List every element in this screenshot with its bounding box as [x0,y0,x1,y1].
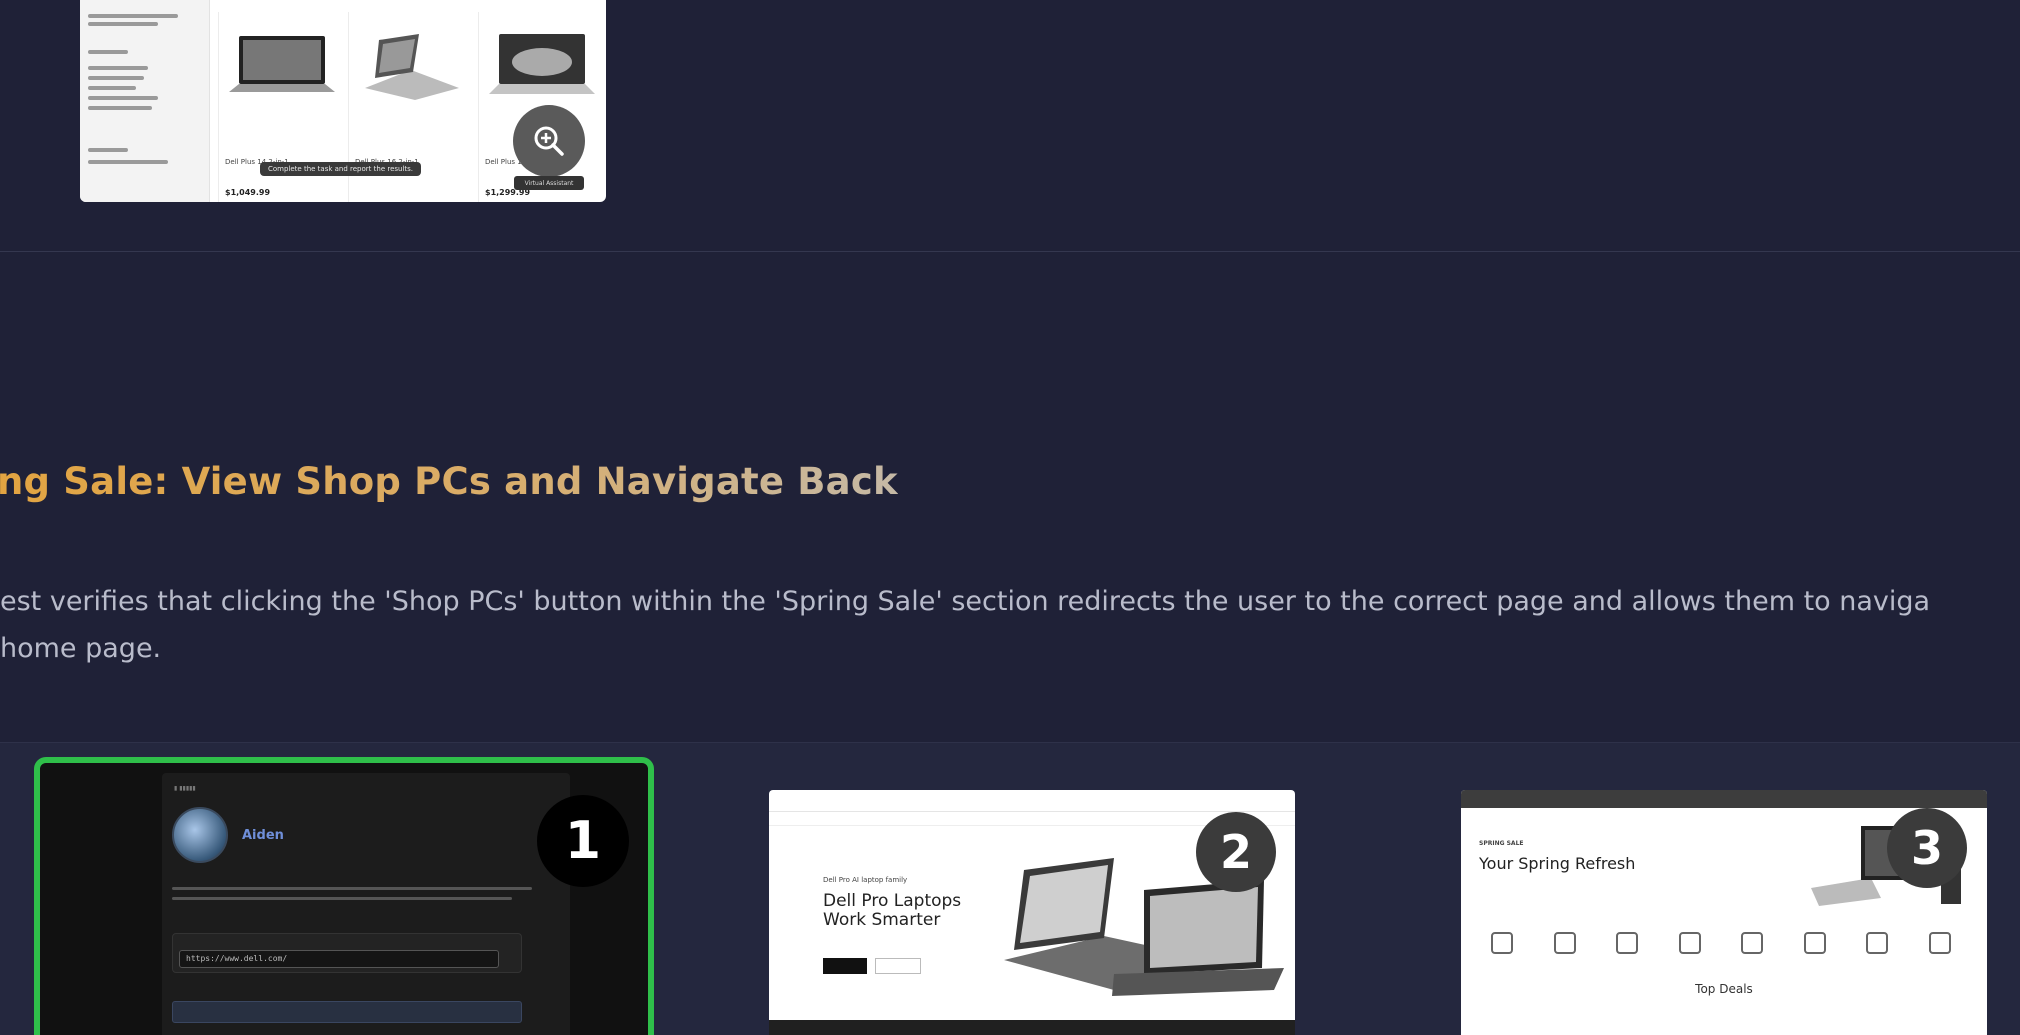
step-number-badge: 3 [1887,808,1967,888]
avatar [172,807,228,863]
url-field[interactable]: https://www.dell.com/ [179,950,499,968]
dell-nav-bar [769,790,1295,812]
test-case-description: est verifies that clicking the 'Shop PCs… [0,578,2020,672]
category-icon[interactable] [1741,932,1764,954]
category-icon[interactable] [1928,932,1951,954]
category-icons [1491,932,1951,972]
hero-tagline: Dell Pro AI laptop family [823,876,908,884]
shop-now-button[interactable] [823,958,867,974]
laptop-image [229,36,335,92]
user-name: Aiden [242,828,284,843]
category-icon[interactable] [1803,932,1826,954]
learn-more-button[interactable] [875,958,921,974]
spring-sale-tag: SPRING SALE [1479,840,1524,847]
promo-banner [1461,790,1987,808]
description-line: est verifies that clicking the 'Shop PCs… [0,586,1931,617]
top-deals-heading: Top Deals [1695,982,1753,996]
category-icon[interactable] [1553,932,1576,954]
task-tooltip: Complete the task and report the results… [260,162,422,176]
previous-step-area: Dell Plus 14 2-in-1 $1,049.99 Dell Plus … [0,0,2020,252]
product-grid-screenshot[interactable]: Dell Plus 14 2-in-1 $1,049.99 Dell Plus … [80,0,606,202]
filter-sidebar [80,0,210,202]
zoom-in-icon[interactable] [513,105,585,177]
laptop-image [365,34,459,100]
step-thumbnail-2[interactable]: Dell Pro AI laptop family Dell Pro Lapto… [769,790,1295,1035]
step-number-badge: 2 [1196,812,1276,892]
chat-panel: ▮ ▮▮▮▮▮ Aiden https://www.dell.com/ [162,773,570,1035]
category-icon[interactable] [1616,932,1639,954]
status-alert [172,1001,522,1023]
virtual-assistant-button[interactable]: Virtual Assistant [514,176,584,190]
category-icon[interactable] [1491,932,1513,954]
section-divider [0,251,2020,252]
step-number-badge: 1 [537,795,629,887]
category-icon[interactable] [1678,932,1701,954]
step-thumbnail-3[interactable]: SPRING SALE Your Spring Refresh Top Deal… [1461,790,1987,1035]
spring-headline: Your Spring Refresh [1479,854,1636,873]
hero-headline: Dell Pro Laptops Work Smarter [823,891,962,930]
app-label: ▮ ▮▮▮▮▮ [174,785,196,792]
laptop-image [489,34,595,94]
description-line: home page. [0,633,162,664]
hero-footer [769,1020,1295,1035]
test-case-title: ng Sale: View Shop PCs and Navigate Back [0,460,898,503]
category-icon[interactable] [1866,932,1889,954]
url-box: https://www.dell.com/ [172,933,522,973]
product-price: $1,049.99 [225,188,271,197]
step-thumbnail-1[interactable]: ▮ ▮▮▮▮▮ Aiden https://www.dell.com/ 1 [34,757,654,1035]
